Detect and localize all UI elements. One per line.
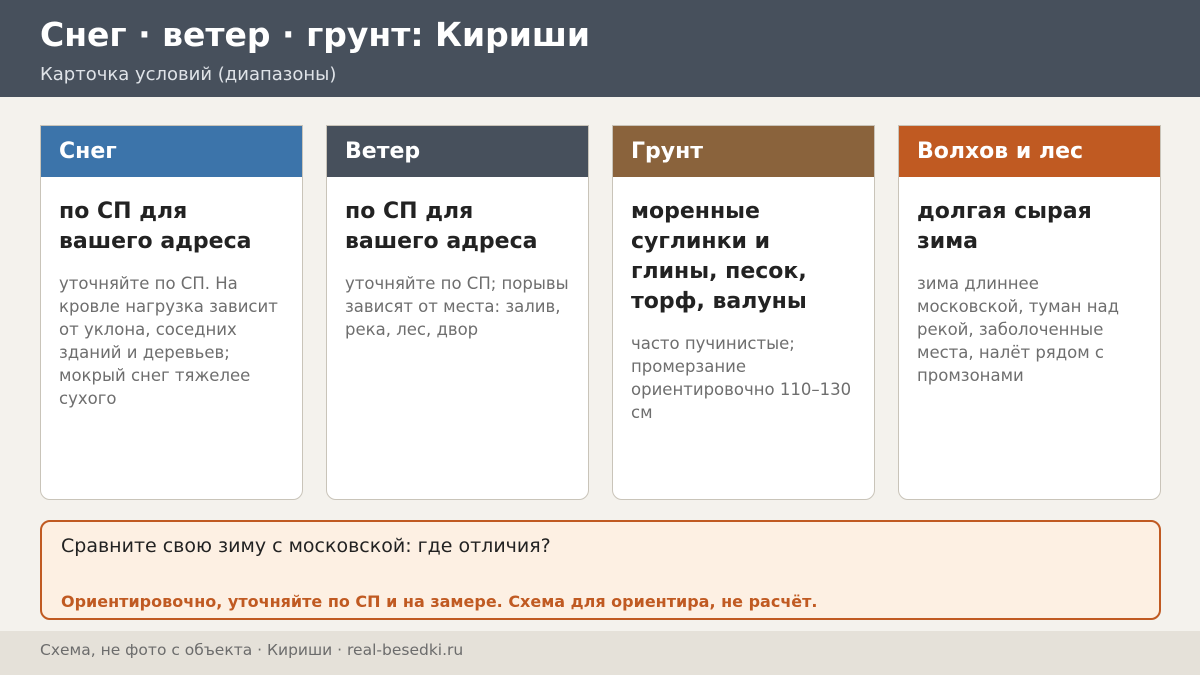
callout-box: Сравните свою зиму с московской: где отл…: [40, 520, 1161, 620]
card-heading: Волхов и лес: [899, 126, 1160, 177]
card-main-text: по СП для вашего адреса: [345, 199, 538, 254]
card-note: уточняйте по СП; порывы зависят от места…: [345, 274, 569, 339]
card-note: уточняйте по СП. На кровле нагрузка зави…: [59, 274, 278, 408]
footer-bar: Схема, не фото с объекта · Кириши · real…: [0, 631, 1200, 675]
footer-text: Схема, не фото с объекта · Кириши · real…: [40, 641, 464, 659]
card-snow: Снег по СП для вашего адреса уточняйте п…: [40, 125, 303, 500]
callout-warning: Ориентировочно, уточняйте по СП и на зам…: [61, 592, 818, 611]
card-wind: Ветер по СП для вашего адреса уточняйте …: [326, 125, 589, 500]
card-volkhov-forest: Волхов и лес долгая сырая зима зима длин…: [898, 125, 1161, 500]
card-note: зима длиннее московской, туман над рекой…: [917, 274, 1120, 385]
card-heading: Ветер: [327, 126, 588, 177]
card-note: часто пучинистые; промерзание ориентиров…: [631, 334, 852, 422]
page-subtitle: Карточка условий (диапазоны): [40, 64, 337, 85]
card-heading: Грунт: [613, 126, 874, 177]
card-soil: Грунт моренные суглинки и глины, песок, …: [612, 125, 875, 500]
card-main-text: моренные суглинки и глины, песок, торф, …: [631, 199, 807, 314]
header-bar: Снег · ветер · грунт: Кириши Карточка ус…: [0, 0, 1200, 97]
card-main-text: долгая сырая зима: [917, 199, 1092, 254]
callout-question: Сравните свою зиму с московской: где отл…: [61, 535, 551, 557]
card-heading: Снег: [41, 126, 302, 177]
card-main-text: по СП для вашего адреса: [59, 199, 252, 254]
page-title: Снег · ветер · грунт: Кириши: [40, 15, 591, 54]
